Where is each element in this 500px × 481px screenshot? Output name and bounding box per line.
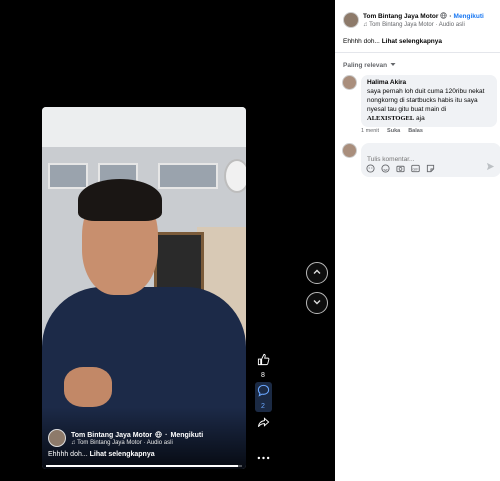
caret-down-icon bbox=[390, 62, 396, 69]
like-action[interactable]: 8 bbox=[252, 353, 274, 379]
comment-item: Halima Akira saya pernah loh duit cuma 1… bbox=[342, 75, 497, 127]
more-options-action[interactable] bbox=[252, 448, 274, 466]
avatar[interactable] bbox=[342, 143, 357, 158]
follow-status[interactable]: Mengikuti bbox=[454, 13, 484, 20]
comment-like-button[interactable]: Suka bbox=[387, 128, 400, 134]
composer-toolbar: GIF bbox=[366, 164, 435, 173]
video-viewer: Tom Bintang Jaya Motor · Mengikuti ♫ Tom… bbox=[0, 0, 335, 481]
video-audio-label[interactable]: Tom Bintang Jaya Motor · Audio asli bbox=[77, 440, 173, 446]
camera-icon[interactable] bbox=[396, 164, 405, 173]
emoji-icon[interactable] bbox=[381, 164, 390, 173]
chevron-down-icon bbox=[312, 297, 322, 310]
comment-suffix: aja bbox=[416, 115, 425, 122]
comment-input-box[interactable]: GIF bbox=[361, 143, 500, 177]
avatar[interactable] bbox=[342, 75, 357, 90]
comment-sort-label: Paling relevan bbox=[343, 62, 388, 69]
video-caption-text: Ehhhh doh... bbox=[48, 451, 88, 458]
video-author-name[interactable]: Tom Bintang Jaya Motor bbox=[71, 432, 152, 439]
svg-text:GIF: GIF bbox=[413, 167, 420, 171]
video-progress-fill bbox=[46, 465, 239, 467]
comment-sort-dropdown[interactable]: Paling relevan bbox=[343, 62, 396, 69]
post-caption: Ehhhh doh... Lihat selengkapnya bbox=[343, 38, 442, 45]
music-note-icon: ♫ bbox=[71, 439, 76, 446]
comment-actions: 1 menit Suka Balas bbox=[361, 128, 423, 134]
video-scene-fan bbox=[224, 159, 246, 193]
next-video-button[interactable] bbox=[306, 292, 328, 314]
comment-timestamp[interactable]: 1 menit bbox=[361, 128, 379, 134]
like-count: 8 bbox=[261, 372, 265, 379]
video-caption: Ehhhh doh... Lihat selengkapnya bbox=[48, 451, 155, 458]
video-author: Tom Bintang Jaya Motor · Mengikuti ♫ Tom… bbox=[48, 429, 203, 447]
see-more-link[interactable]: Lihat selengkapnya bbox=[90, 451, 155, 458]
comment-author[interactable]: Halima Akira bbox=[367, 79, 491, 86]
comment-icon bbox=[257, 384, 270, 402]
gif-icon[interactable]: GIF bbox=[411, 164, 420, 173]
post-audio-label[interactable]: Tom Bintang Jaya Motor · Audio asli bbox=[369, 22, 465, 28]
share-icon bbox=[257, 416, 270, 434]
comment-count: 2 bbox=[261, 403, 265, 410]
comment-composer: GIF bbox=[342, 143, 500, 177]
post-caption-text: Ehhhh doh... bbox=[343, 38, 380, 45]
video-person-hair bbox=[78, 179, 162, 221]
avatar-sticker-icon[interactable] bbox=[366, 164, 375, 173]
thumbs-up-icon bbox=[257, 353, 270, 371]
video-scene-ceiling bbox=[42, 107, 246, 147]
more-icon bbox=[257, 448, 270, 466]
comment-input[interactable] bbox=[367, 156, 487, 163]
previous-video-button[interactable] bbox=[306, 262, 328, 284]
chevron-up-icon bbox=[312, 267, 322, 280]
comment-highlight: ALEXISTOGEL bbox=[367, 115, 415, 122]
comment-bubble: Halima Akira saya pernah loh duit cuma 1… bbox=[361, 75, 497, 127]
comments-panel: Tom Bintang Jaya Motor · Mengikuti ♫ Tom… bbox=[335, 0, 500, 481]
comment-body: saya pernah loh duit cuma 120ribu nekat … bbox=[367, 88, 485, 113]
globe-icon bbox=[440, 12, 448, 21]
comment-text: saya pernah loh duit cuma 120ribu nekat … bbox=[367, 87, 491, 123]
video-person-hand bbox=[64, 367, 112, 407]
avatar[interactable] bbox=[343, 12, 359, 28]
music-note-icon: ♫ bbox=[363, 22, 368, 28]
divider bbox=[335, 52, 500, 53]
avatar[interactable] bbox=[48, 429, 66, 447]
send-icon[interactable] bbox=[486, 162, 495, 173]
comment-action[interactable]: 2 bbox=[252, 382, 274, 412]
globe-icon bbox=[155, 430, 162, 440]
video-scene-window bbox=[158, 163, 218, 189]
see-more-link[interactable]: Lihat selengkapnya bbox=[382, 38, 442, 45]
video-scene-window bbox=[48, 163, 88, 189]
post-author-name[interactable]: Tom Bintang Jaya Motor bbox=[363, 13, 438, 20]
follow-status[interactable]: Mengikuti bbox=[171, 432, 204, 439]
comment-reply-button[interactable]: Balas bbox=[408, 128, 423, 134]
post-author-header: Tom Bintang Jaya Motor · Mengikuti ♫ Tom… bbox=[343, 12, 484, 28]
video-progress-bar[interactable] bbox=[46, 465, 242, 467]
reel-video[interactable]: Tom Bintang Jaya Motor · Mengikuti ♫ Tom… bbox=[42, 107, 246, 469]
sticker-icon[interactable] bbox=[426, 164, 435, 173]
share-action[interactable] bbox=[252, 416, 274, 434]
